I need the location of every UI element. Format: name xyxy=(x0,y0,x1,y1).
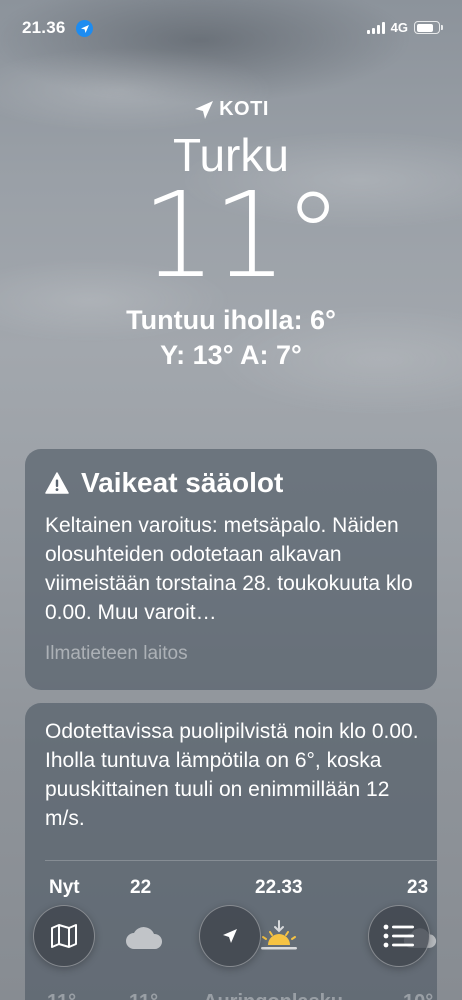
hour-label: 22.33 xyxy=(255,877,303,898)
alert-title: Vaikeat sääolot xyxy=(81,467,284,498)
hour-temp: 11° xyxy=(47,991,76,1000)
forecast-summary: Odotettavissa puolipilvistä noin klo 0.0… xyxy=(45,720,419,830)
locations-list-button[interactable] xyxy=(368,905,430,967)
status-bar: 21.36 4G xyxy=(0,0,462,54)
list-icon xyxy=(383,924,414,948)
hour-temp: 11° xyxy=(129,991,158,1000)
network-type: 4G xyxy=(390,20,408,35)
alert-title-row: Vaikeat sääolot xyxy=(45,467,283,499)
battery-icon xyxy=(414,21,443,34)
hour-temp: Auringonlasku xyxy=(203,991,343,1000)
home-location-label: KOTI xyxy=(0,98,462,121)
status-indicators: 4G xyxy=(366,20,443,35)
status-time: 21.36 xyxy=(22,18,66,37)
location-arrow-icon xyxy=(195,100,214,119)
sunset-icon xyxy=(259,919,299,958)
warning-icon xyxy=(45,472,69,494)
current-temperature: 11° xyxy=(141,166,342,304)
home-label-text: KOTI xyxy=(219,98,269,120)
hour-label: Nyt xyxy=(49,877,80,898)
map-icon xyxy=(51,924,77,948)
alert-body: Keltainen varoitus: metsäpalo. Näiden ol… xyxy=(45,514,413,624)
hour-temp: 10° xyxy=(403,991,433,1000)
current-location-button[interactable] xyxy=(199,905,261,967)
cellular-signal-icon xyxy=(366,21,385,34)
hour-label: 23 xyxy=(407,877,429,898)
alert-source: Ilmatieteen laitos xyxy=(45,643,188,664)
feels-like: Tuntuu iholla: 6° xyxy=(126,305,336,335)
cloud-icon xyxy=(125,925,163,956)
map-button[interactable] xyxy=(33,905,95,967)
location-arrow-icon xyxy=(223,929,237,943)
divider xyxy=(45,860,437,861)
hour-label: 22 xyxy=(130,877,152,898)
high-low: Y: 13° A: 7° xyxy=(160,340,302,370)
location-services-icon xyxy=(76,20,93,37)
severe-weather-card[interactable]: Vaikeat sääolot Keltainen varoitus: mets… xyxy=(25,449,437,690)
